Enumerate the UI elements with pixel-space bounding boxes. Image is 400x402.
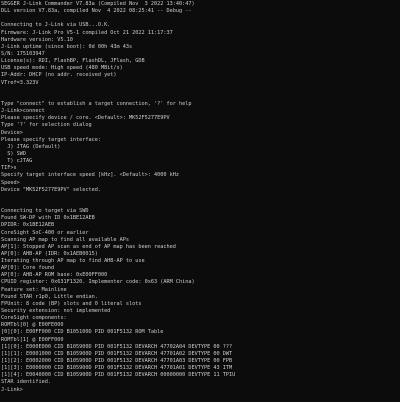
console-line: FPUnit: 8 code (BP) slots and 0 literal … [1, 300, 142, 307]
console-line: Speed> [1, 179, 20, 186]
console-line: Device "MK52F5277E9PV" selected. [1, 186, 101, 193]
console-line: Please specify device / core. <Default>:… [1, 115, 170, 122]
console-line: Type '?' for selection dialog [1, 122, 92, 129]
console-line: Type "connect" to establish a target con… [1, 100, 192, 107]
console-line: Firmware: J-Link Pro V5-1 compiled Oct 2… [1, 29, 173, 36]
console-line: Feature set: Mainline [1, 286, 67, 293]
console-line: Connecting to J-Link via USB...O.K. [1, 22, 111, 29]
console-line: CoreSight SoC-400 or earlier [1, 229, 89, 236]
console-line: J) JTAG (Default) [1, 143, 61, 150]
console-line: Found SW-DP with ID 0x1BE12AEB [1, 215, 95, 222]
console-line: IP-Addr: DHCP (no addr. received yet) [1, 72, 117, 79]
console-line: ROMTbl[0] @ E00FE000 [1, 322, 64, 329]
console-line: Specify target interface speed [kHz]. <D… [1, 172, 180, 179]
console-line: [1][3]: E0000000 CID B105900D PID 001F51… [1, 365, 233, 372]
console-line: CoreSight components: [1, 315, 67, 322]
console-line: TIF>s [1, 165, 17, 172]
console-line: [0][0]: E00FF000 CID B105100D PID 001F51… [1, 329, 164, 336]
console-line: J-Link> [1, 386, 23, 393]
console-line: [1][1]: E0001000 CID B105900D PID 001F51… [1, 350, 233, 357]
console-line: AP[0]: AHB-AP (IDR: 0x1AEB0015) [1, 250, 98, 257]
console-line: Scanning AP map to find all available AP… [1, 236, 130, 243]
console-line: J-Link uptime (since boot): 0d 00h 43m 4… [1, 43, 133, 50]
console-line: Device> [1, 129, 23, 136]
console-line: Found STAR r1p0, Little endian. [1, 293, 98, 300]
console-line: Hardware version: V5.10 [1, 36, 73, 43]
console-line: Please specify target interface: [1, 136, 101, 143]
console-window[interactable]: SEGGER J-Link Commander V7.83a (Compiled… [0, 0, 400, 402]
console-line: ROMTbl[1] @ E00FF000 [1, 336, 64, 343]
console-line: VTref=3.323V [1, 79, 39, 86]
console-line: [1][4]: E0040000 CID B105900D PID 001F51… [1, 372, 236, 379]
console-line: T) cJTAG [1, 158, 33, 165]
console-line: DLL version V7.83a, compiled Nov 4 2022 … [1, 8, 192, 15]
console-line: AP[1]: Stopped AP scan as end of AP map … [1, 243, 176, 250]
console-line: [1][0]: E000E000 CID B105900D PID 001F51… [1, 343, 233, 350]
console-output: SEGGER J-Link Commander V7.83a (Compiled… [1, 1, 397, 394]
console-line: S/N: 175103947 [1, 50, 45, 57]
console-line: License(s): RDI, FlashBP, FlashDL, JFlas… [1, 58, 145, 65]
console-line: DPIDR: 0x1BE12AEB [1, 222, 55, 229]
console-line: Security extension: not implemented [1, 308, 111, 315]
console-line: AP[0]: AHB-AP ROM base: 0xE00FF000 [1, 272, 108, 279]
console-line: STAR identified. [1, 379, 51, 386]
console-line: CPUID register: 0x631F1320. Implementer … [1, 279, 195, 286]
console-line: J-Link>connect [1, 108, 45, 115]
console-line: Iterating through AP map to find AHB-AP … [1, 258, 145, 265]
console-line: SEGGER J-Link Commander V7.83a (Compiled… [1, 1, 195, 7]
console-line: S) SWD [1, 150, 26, 157]
console-line: USB speed mode: High speed (480 MBit/s) [1, 65, 123, 72]
console-line: Connecting to target via SWD [1, 208, 89, 215]
console-line: [1][2]: E0002000 CID B105900D PID 001F51… [1, 358, 233, 365]
console-line: AP[0]: Core found [1, 265, 55, 272]
